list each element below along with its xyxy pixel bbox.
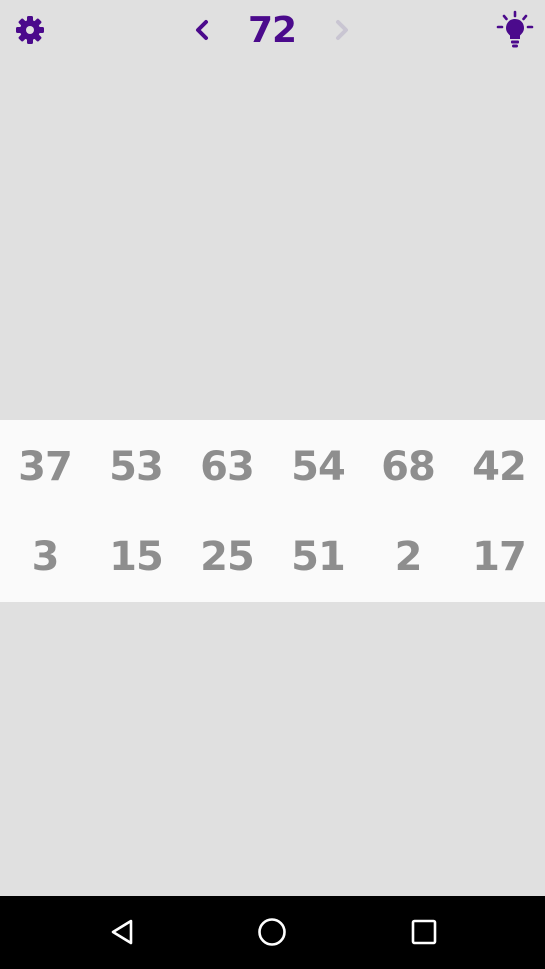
system-navigation-bar [0,896,545,969]
hint-button[interactable] [494,8,536,52]
number-cell[interactable]: 3 [0,527,90,587]
number-cell[interactable]: 53 [91,437,181,497]
back-button[interactable] [97,910,147,954]
home-button[interactable] [247,910,297,954]
triangle-back-icon [111,919,133,945]
previous-level-button[interactable] [186,12,218,48]
number-cell[interactable]: 15 [91,527,181,587]
number-cell[interactable]: 2 [363,527,453,587]
number-cell[interactable]: 54 [273,437,363,497]
chevron-right-icon [336,20,348,40]
number-grid: 37 53 63 54 68 42 3 15 25 51 2 17 [0,420,545,602]
chevron-left-icon [196,20,208,40]
circle-home-icon [258,918,286,946]
grid-row-2: 3 15 25 51 2 17 [0,527,545,587]
number-cell[interactable]: 17 [454,527,544,587]
number-cell[interactable]: 37 [0,437,90,497]
square-recents-icon [411,919,437,945]
next-level-button[interactable] [326,12,358,48]
number-cell[interactable]: 25 [182,527,272,587]
settings-button[interactable] [10,10,50,50]
lightbulb-icon [496,10,534,48]
grid-row-1: 37 53 63 54 68 42 [0,437,545,497]
number-cell[interactable]: 68 [363,437,453,497]
recents-button[interactable] [399,910,449,954]
top-bar: 72 [0,0,545,60]
level-number: 72 [247,10,297,51]
number-cell[interactable]: 51 [273,527,363,587]
number-cell[interactable]: 42 [454,437,544,497]
number-cell[interactable]: 63 [182,437,272,497]
gear-icon [16,16,44,44]
